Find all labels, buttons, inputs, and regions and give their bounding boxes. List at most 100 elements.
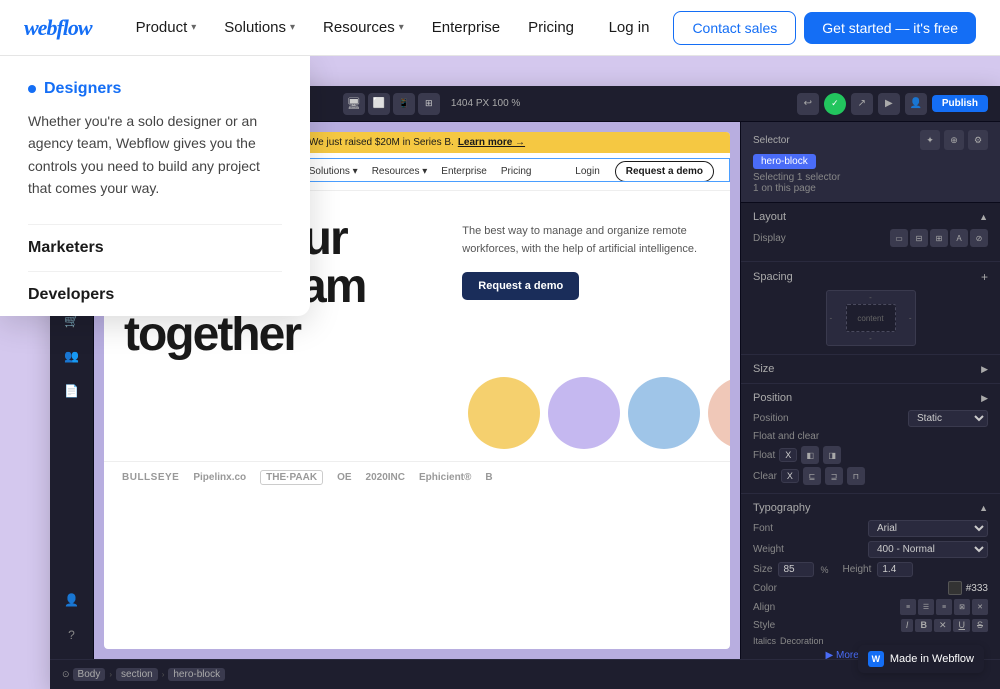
editor-user-icon[interactable]: 👤 xyxy=(905,93,927,115)
login-button[interactable]: Log in xyxy=(593,11,666,44)
breadcrumb-item-body[interactable]: ⊙ Body xyxy=(62,668,105,681)
nav-item-enterprise[interactable]: Enterprise xyxy=(420,13,512,42)
logo-oe: OE xyxy=(337,472,351,483)
inner-nav-pricing[interactable]: Pricing xyxy=(494,163,539,180)
display-inline[interactable]: A xyxy=(950,229,968,247)
made-in-webflow-badge[interactable]: W Made in Webflow xyxy=(858,645,984,673)
inner-demo-button[interactable]: Request a demo xyxy=(615,161,714,182)
height-field[interactable] xyxy=(877,562,913,577)
editor-device-icons: 🖥 ⬜ 📱 ⊞ 1404 PX 100 % xyxy=(343,93,521,115)
align-left[interactable]: ≡ xyxy=(900,599,916,615)
align-right[interactable]: ≡ xyxy=(936,599,952,615)
clear-both[interactable]: ⊓ xyxy=(847,467,865,485)
get-started-button[interactable]: Get started — it's free xyxy=(804,12,976,44)
style-strikethrough[interactable]: S xyxy=(972,619,988,632)
nav-item-solutions[interactable]: Solutions ▾ xyxy=(212,13,307,42)
typography-section-title[interactable]: Typography ▲ xyxy=(753,502,988,514)
logo-ephicient: Ephicient® xyxy=(419,472,471,483)
position-type-select[interactable]: Static xyxy=(908,410,988,427)
typography-label: Typography xyxy=(753,502,810,514)
breadcrumb-item-hero[interactable]: hero-block xyxy=(168,669,225,680)
clear-x[interactable]: X xyxy=(781,469,799,483)
float-x[interactable]: X xyxy=(779,448,797,462)
announcement-link[interactable]: Learn more → xyxy=(458,137,525,148)
dropdown-developers[interactable]: Developers xyxy=(28,271,282,318)
circle-pink xyxy=(708,377,730,449)
announcement-text: We just raised $20M in Series B. xyxy=(309,137,454,148)
dropdown-description: Whether you're a solo designer or an age… xyxy=(28,110,282,200)
selector-label: Selector xyxy=(753,135,790,146)
tool-users[interactable]: 👥 xyxy=(56,340,88,372)
nav-item-product-label: Product xyxy=(136,19,188,36)
on-page-info: 1 on this page xyxy=(753,183,988,194)
breadcrumb-hero-label: hero-block xyxy=(168,668,225,681)
font-select[interactable]: Arial xyxy=(868,520,988,537)
spacing-plus[interactable]: + xyxy=(981,270,988,284)
dropdown-dot xyxy=(28,85,36,93)
editor-right-panel: Selector ✦ ⊕ ⚙ hero-block Selecting 1 se… xyxy=(740,122,1000,659)
spacing-section: Spacing + content - - - - xyxy=(741,262,1000,355)
float-left[interactable]: ◧ xyxy=(801,446,819,464)
hero-cta-button[interactable]: Request a demo xyxy=(462,272,579,300)
weight-select[interactable]: 400 - Normal xyxy=(868,541,988,558)
clear-right[interactable]: ⊒ xyxy=(825,467,843,485)
align-justify[interactable]: ⊠ xyxy=(954,599,970,615)
display-none[interactable]: ⊘ xyxy=(970,229,988,247)
inner-nav-enterprise[interactable]: Enterprise xyxy=(434,163,494,180)
logo-bullseye: BULLSEYE xyxy=(122,472,179,483)
position-section-title[interactable]: Position ▶ xyxy=(753,392,988,404)
position-label: Position xyxy=(753,392,792,404)
style-italic[interactable]: I xyxy=(901,619,914,632)
clear-left[interactable]: ⊑ xyxy=(803,467,821,485)
float-right[interactable]: ◨ xyxy=(823,446,841,464)
weight-label: Weight xyxy=(753,544,784,555)
align-center[interactable]: ☰ xyxy=(918,599,934,615)
size-section-title[interactable]: Size ▶ xyxy=(753,363,988,375)
editor-share-icon[interactable]: ↗ xyxy=(851,93,873,115)
nav-item-enterprise-label: Enterprise xyxy=(432,19,500,36)
nav-item-resources[interactable]: Resources ▾ xyxy=(311,13,416,42)
tool-members[interactable]: 👤 xyxy=(56,584,88,616)
color-label: Color xyxy=(753,583,777,594)
contact-sales-button[interactable]: Contact sales xyxy=(673,11,796,45)
made-in-label: Made in Webflow xyxy=(890,653,974,665)
nav-item-pricing[interactable]: Pricing xyxy=(516,13,586,42)
size-field[interactable] xyxy=(778,562,814,577)
panel-icon-3[interactable]: ⚙ xyxy=(968,130,988,150)
dropdown-marketers[interactable]: Marketers xyxy=(28,224,282,271)
spacing-section-title[interactable]: Spacing + xyxy=(753,270,988,284)
display-grid[interactable]: ⊞ xyxy=(930,229,948,247)
layout-section-title[interactable]: Layout ▲ xyxy=(753,211,988,223)
editor-undo-icon[interactable]: ↩ xyxy=(797,93,819,115)
align-none[interactable]: ✕ xyxy=(972,599,988,615)
style-x[interactable]: ✕ xyxy=(934,619,952,632)
breadcrumb-item-section[interactable]: section xyxy=(116,669,158,680)
device-mobile-icon[interactable]: 📱 xyxy=(393,93,415,115)
color-swatch[interactable] xyxy=(948,581,962,595)
display-flex[interactable]: ⊟ xyxy=(910,229,928,247)
device-tablet-icon[interactable]: ⬜ xyxy=(368,93,390,115)
tool-help[interactable]: ? xyxy=(56,619,88,651)
publish-button[interactable]: Publish xyxy=(932,95,988,112)
inner-login-button[interactable]: Login xyxy=(568,163,606,180)
style-bold[interactable]: B xyxy=(915,619,932,632)
inner-nav-resources[interactable]: Resources ▾ xyxy=(365,163,435,180)
panel-icon-1[interactable]: ✦ xyxy=(920,130,940,150)
spacing-diagram: content - - - - xyxy=(753,290,988,346)
nav-item-product[interactable]: Product ▾ xyxy=(124,13,209,42)
style-underline[interactable]: U xyxy=(953,619,970,632)
logo-b: B xyxy=(485,472,492,483)
display-block[interactable]: ▭ xyxy=(890,229,908,247)
tool-pages[interactable]: 📄 xyxy=(56,375,88,407)
device-desktop-icon[interactable]: 🖥 xyxy=(343,93,365,115)
panel-icon-2[interactable]: ⊕ xyxy=(944,130,964,150)
main-area: Designers Whether you're a solo designer… xyxy=(0,56,1000,689)
editor-preview-icon[interactable]: ▶ xyxy=(878,93,900,115)
inner-nav-solutions[interactable]: Solutions ▾ xyxy=(302,163,365,180)
webflow-logo[interactable]: webflow xyxy=(24,15,92,41)
selector-chip[interactable]: hero-block xyxy=(753,154,816,169)
device-more-icon[interactable]: ⊞ xyxy=(418,93,440,115)
editor-status-icon[interactable]: ✓ xyxy=(824,93,846,115)
display-label: Display xyxy=(753,233,786,244)
inner-nav-right: Login Request a demo xyxy=(568,161,714,182)
